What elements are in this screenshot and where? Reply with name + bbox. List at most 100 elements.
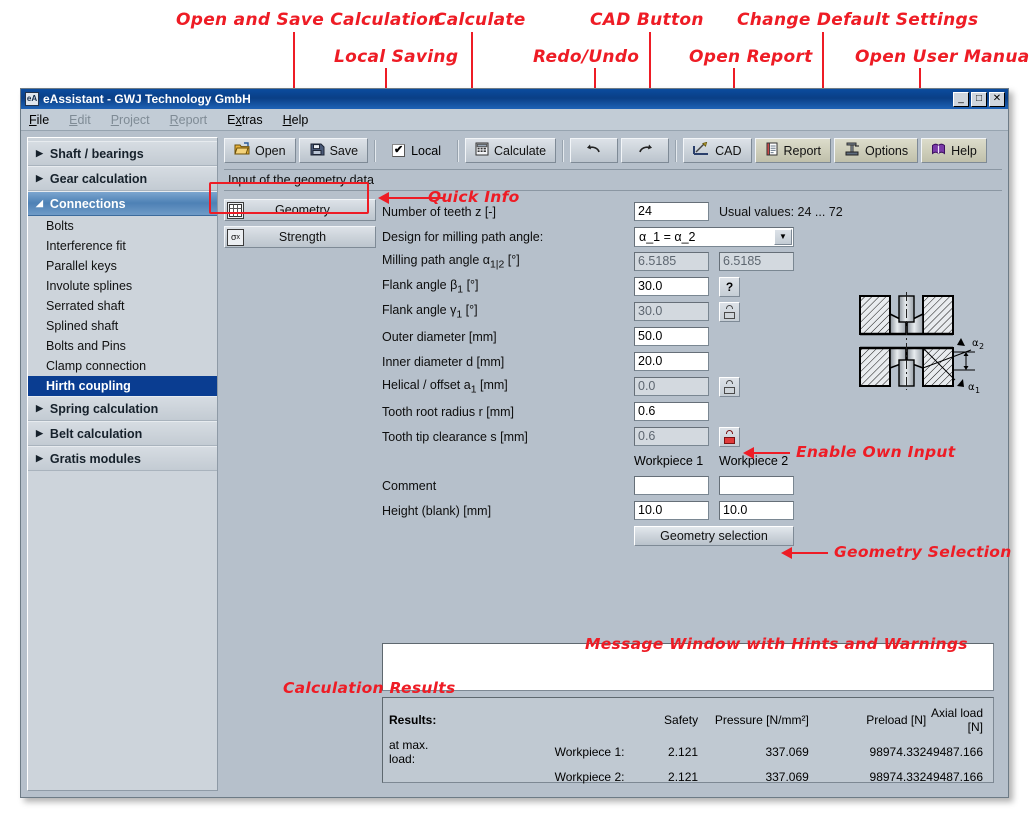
lock-button-flank-angle-gamma[interactable]: [719, 302, 740, 322]
input-inner-diameter[interactable]: 20.0: [634, 352, 709, 371]
input-tooth-root-radius[interactable]: 0.6: [634, 402, 709, 421]
label-height-blank: Height (blank) [mm]: [382, 504, 634, 518]
input-number-of-teeth[interactable]: 24: [634, 202, 709, 221]
options-tool-icon: [844, 142, 860, 159]
input-helical-offset[interactable]: 0.0: [634, 377, 709, 396]
chevron-right-icon: ▶: [36, 149, 43, 158]
help-button[interactable]: Help: [921, 138, 987, 163]
tab-strength[interactable]: σx Strength: [224, 226, 376, 248]
sidebar-item-serrated-shaft[interactable]: Serrated shaft: [28, 296, 217, 316]
window-body: ▶ Shaft / bearings ▶ Gear calculation ◢ …: [21, 131, 1008, 797]
cell-pressure-1: 337.069: [698, 736, 809, 768]
annotation-open-save: Open and Save Calculation: [176, 10, 441, 30]
menu-help[interactable]: Help: [283, 113, 309, 127]
calculate-button[interactable]: Calculate: [465, 138, 556, 163]
input-milling-path-angle-1[interactable]: 6.5185: [634, 252, 709, 271]
grid-icon: [227, 202, 244, 219]
input-tooth-tip-clearance[interactable]: 0.6: [634, 427, 709, 446]
cell-safety-1: 2.121: [633, 736, 698, 768]
chevron-right-icon: ▶: [36, 174, 43, 183]
lock-button-tooth-tip-clearance[interactable]: [719, 427, 740, 447]
quick-info-bar: Input of the geometry data: [224, 169, 1002, 191]
help-question-button[interactable]: ?: [719, 277, 740, 297]
sidebar-item-hirth-coupling[interactable]: Hirth coupling: [28, 376, 217, 396]
toolbar-separator: [457, 140, 459, 162]
report-button-label: Report: [784, 144, 822, 158]
menu-file[interactable]: File: [29, 113, 49, 127]
sidebar-item-bolts-and-pins[interactable]: Bolts and Pins: [28, 336, 217, 356]
annotation-default-settings: Change Default Settings: [737, 10, 978, 30]
sidebar-item-bolts[interactable]: Bolts: [28, 216, 217, 236]
input-outer-diameter[interactable]: 50.0: [634, 327, 709, 346]
redo-button[interactable]: [621, 138, 669, 163]
module-tab-column: Geometry σx Strength: [224, 197, 376, 791]
label-number-of-teeth: Number of teeth z [-]: [382, 205, 634, 219]
open-folder-icon: [234, 142, 250, 159]
menu-project[interactable]: Project: [111, 113, 150, 127]
title-bar[interactable]: eA eAssistant - GWJ Technology GmbH _ □ …: [21, 89, 1008, 109]
maximize-button[interactable]: □: [971, 92, 987, 107]
sidebar-group-gear-calculation[interactable]: ▶ Gear calculation: [28, 166, 217, 191]
save-button[interactable]: Save: [299, 138, 369, 163]
chevron-down-icon: ◢: [36, 199, 43, 208]
undo-button[interactable]: [570, 138, 618, 163]
label-design-milling-angle: Design for milling path angle:: [382, 230, 634, 244]
annotation-open-report: Open Report: [689, 47, 813, 67]
row-name-workpiece-1: Workpiece 1:: [455, 736, 633, 768]
local-checkbox[interactable]: ✔: [392, 144, 405, 157]
input-height-workpiece-1[interactable]: 10.0: [634, 501, 709, 520]
sidebar-item-interference-fit[interactable]: Interference fit: [28, 236, 217, 256]
tab-geometry[interactable]: Geometry: [224, 199, 376, 221]
local-label: Local: [411, 144, 441, 158]
input-flank-angle-gamma[interactable]: 30.0: [634, 302, 709, 321]
menu-edit[interactable]: Edit: [69, 113, 91, 127]
input-height-workpiece-2[interactable]: 10.0: [719, 501, 794, 520]
select-design-milling-angle[interactable]: α_1 = α_2 ▼: [634, 227, 794, 247]
content-area: Geometry σx Strength Number of teeth z […: [224, 197, 1002, 791]
sidebar-group-belt-calculation[interactable]: ▶ Belt calculation: [28, 421, 217, 446]
sidebar-item-splined-shaft[interactable]: Splined shaft: [28, 316, 217, 336]
app-icon: eA: [25, 92, 39, 106]
lock-icon: [724, 380, 735, 394]
input-flank-angle-beta[interactable]: 30.0: [634, 277, 709, 296]
annotation-cad-button: CAD Button: [590, 10, 704, 30]
minimize-button[interactable]: _: [953, 92, 969, 107]
label-inner-diameter: Inner diameter d [mm]: [382, 355, 634, 369]
report-button[interactable]: Report: [755, 138, 832, 163]
svg-text:1: 1: [975, 386, 980, 395]
annotation-user-manual: Open User Manual: [855, 47, 1029, 67]
lock-button-helical-offset[interactable]: [719, 377, 740, 397]
label-tooth-tip-clearance: Tooth tip clearance s [mm]: [382, 430, 634, 444]
close-button[interactable]: ✕: [989, 92, 1005, 107]
sidebar-group-connections[interactable]: ◢ Connections: [28, 191, 217, 216]
geometry-selection-button[interactable]: Geometry selection: [634, 526, 794, 546]
cad-button[interactable]: CAD: [683, 138, 751, 163]
sidebar-label: Gratis modules: [50, 452, 141, 466]
open-button[interactable]: Open: [224, 138, 296, 163]
sidebar-item-involute-splines[interactable]: Involute splines: [28, 276, 217, 296]
geometry-form: Number of teeth z [-] 24 Usual values: 2…: [382, 197, 1002, 791]
annotation-calculation-results: Calculation Results: [283, 679, 456, 697]
hint-number-of-teeth: Usual values: 24 ... 72: [719, 205, 843, 219]
cell-safety-2: 2.121: [633, 768, 698, 786]
sidebar-group-spring-calculation[interactable]: ▶ Spring calculation: [28, 396, 217, 421]
input-comment-workpiece-1[interactable]: [634, 476, 709, 495]
input-comment-workpiece-2[interactable]: [719, 476, 794, 495]
toolbar-separator: [562, 140, 564, 162]
results-label: Results:: [389, 704, 455, 736]
cell-pressure-2: 337.069: [698, 768, 809, 786]
local-checkbox-group[interactable]: ✔ Local: [382, 138, 451, 163]
menu-extras[interactable]: Extras: [227, 113, 262, 127]
sidebar-item-clamp-connection[interactable]: Clamp connection: [28, 356, 217, 376]
redo-arrow-icon: [636, 143, 654, 158]
help-book-icon: [931, 142, 946, 159]
navigation-sidebar: ▶ Shaft / bearings ▶ Gear calculation ◢ …: [27, 137, 218, 791]
sidebar-group-shaft-bearings[interactable]: ▶ Shaft / bearings: [28, 141, 217, 166]
chevron-down-icon[interactable]: ▼: [774, 229, 792, 245]
sidebar-group-gratis-modules[interactable]: ▶ Gratis modules: [28, 446, 217, 471]
input-milling-path-angle-2[interactable]: 6.5185: [719, 252, 794, 271]
floppy-disk-icon: [309, 142, 325, 159]
sidebar-item-parallel-keys[interactable]: Parallel keys: [28, 256, 217, 276]
menu-report[interactable]: Report: [170, 113, 208, 127]
options-button[interactable]: Options: [834, 138, 918, 163]
